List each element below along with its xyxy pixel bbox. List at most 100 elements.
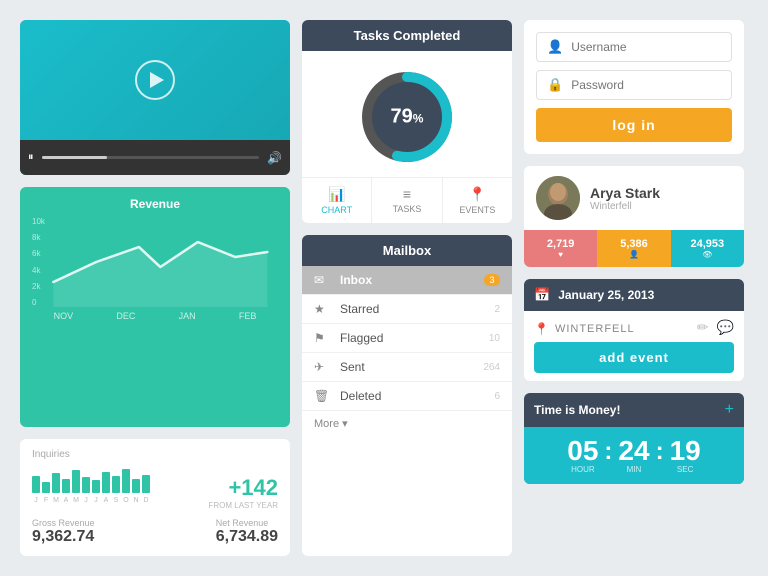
- timer-seconds: 19: [670, 437, 701, 465]
- spark-label: A: [102, 497, 110, 504]
- location-icon: 📍: [534, 322, 549, 336]
- mail-item-sent[interactable]: ✈ Sent 264: [302, 353, 512, 382]
- from-last-year-label: FROM LAST YEAR: [158, 501, 278, 510]
- y-label: 6k: [32, 249, 45, 258]
- revenue-chart: Revenue 10k 8k 6k 4k 2k 0 NOV DEC JAN: [20, 187, 290, 427]
- spark-label: N: [132, 497, 140, 504]
- tab-events[interactable]: 📍 EVENTS: [443, 178, 512, 223]
- timer-hours-block: 05 HOUR: [567, 437, 598, 474]
- tasks-header: Tasks Completed: [302, 20, 512, 51]
- profile-top: Arya Stark Winterfell: [524, 166, 744, 230]
- profile-location: Winterfell: [590, 201, 660, 212]
- spark-label: S: [112, 497, 120, 504]
- views-icon: 👁: [675, 250, 740, 259]
- spark-bar: [62, 479, 70, 493]
- mail-item-starred[interactable]: ★ Starred 2: [302, 295, 512, 324]
- donut-chart: 79%: [357, 67, 457, 167]
- calendar-icon: 📅: [534, 287, 550, 303]
- flagged-count: 10: [489, 333, 500, 344]
- username-input-wrapper[interactable]: 👤: [536, 32, 732, 62]
- tasks-tab-label: TASKS: [376, 204, 437, 214]
- stat-views[interactable]: 24,953 👁: [671, 230, 744, 267]
- revenue-plus: +142: [158, 475, 278, 501]
- avatar: [536, 176, 580, 220]
- likes-icon: ♥: [528, 250, 593, 259]
- chart-tab-label: CHART: [306, 205, 367, 215]
- add-event-button[interactable]: add event: [534, 342, 734, 373]
- chart-tab-icon: 📊: [306, 186, 367, 203]
- gross-label: Gross Revenue: [32, 518, 95, 528]
- calendar-location: 📍 WINTERFELL: [534, 322, 635, 336]
- send-icon: ✈: [314, 360, 332, 374]
- video-player: ⏸ 🔊: [20, 20, 290, 175]
- net-value: 6,734.89: [216, 528, 278, 546]
- starred-count: 2: [494, 304, 500, 315]
- spark-labels: J F M A M J J A S O N D: [32, 497, 150, 504]
- spark-label: M: [72, 497, 80, 504]
- x-label: DEC: [116, 311, 135, 321]
- timer-header: Time is Money! +: [524, 393, 744, 427]
- spark-label: M: [52, 497, 60, 504]
- trash-icon: 🗑: [314, 389, 332, 403]
- more-button[interactable]: More ▾: [302, 411, 512, 436]
- flag-icon: ⚑: [314, 331, 332, 345]
- tab-tasks[interactable]: ≡ TASKS: [372, 178, 442, 223]
- calendar-header: 📅 January 25, 2013: [524, 279, 744, 311]
- sent-count: 264: [483, 362, 500, 373]
- calendar-card: 📅 January 25, 2013 📍 WINTERFELL ✏ 💬 add …: [524, 279, 744, 381]
- password-input-wrapper[interactable]: 🔒: [536, 70, 732, 100]
- spark-bar: [42, 482, 50, 493]
- login-card: 👤 🔒 log in: [524, 20, 744, 154]
- timer-plus-button[interactable]: +: [725, 401, 734, 419]
- stats-row: Inquiries: [20, 439, 290, 556]
- x-axis-labels: NOV DEC JAN FEB: [32, 311, 278, 321]
- mail-item-flagged[interactable]: ⚑ Flagged 10: [302, 324, 512, 353]
- tasks-tab-icon: ≡: [376, 186, 437, 202]
- spark-bar: [122, 469, 130, 493]
- y-label: 4k: [32, 266, 45, 275]
- mail-item-deleted[interactable]: 🗑 Deleted 6: [302, 382, 512, 411]
- mail-item-inbox[interactable]: ✉ Inbox 3: [302, 266, 512, 295]
- stat-followers[interactable]: 5,386 👤: [597, 230, 670, 267]
- spark-label: J: [32, 497, 40, 504]
- calendar-body: 📍 WINTERFELL ✏ 💬 add event: [524, 311, 744, 381]
- username-input[interactable]: [571, 40, 721, 54]
- comment-icon[interactable]: 💬: [717, 319, 734, 336]
- donut-area: 79%: [302, 51, 512, 177]
- password-input[interactable]: [571, 78, 721, 92]
- video-controls: ⏸ 🔊: [20, 140, 290, 175]
- video-screen[interactable]: [20, 20, 290, 140]
- inbox-icon: ✉: [314, 273, 332, 287]
- spark-bar: [52, 473, 60, 493]
- timer-min-label: MIN: [618, 465, 649, 474]
- stat-likes[interactable]: 2,719 ♥: [524, 230, 597, 267]
- login-button[interactable]: log in: [536, 108, 732, 142]
- volume-icon[interactable]: 🔊: [267, 151, 282, 165]
- bar-sparkline: [32, 465, 150, 493]
- timer-colon-2: :: [656, 438, 664, 466]
- profile-card: Arya Stark Winterfell 2,719 ♥ 5,386 👤 24…: [524, 166, 744, 267]
- inbox-badge: 3: [484, 274, 500, 286]
- progress-bar[interactable]: [42, 156, 260, 159]
- pause-icon[interactable]: ⏸: [28, 151, 34, 164]
- edit-icon[interactable]: ✏: [697, 319, 709, 336]
- lock-icon: 🔒: [547, 77, 563, 93]
- play-icon: [150, 72, 164, 88]
- mailbox-card: Mailbox ✉ Inbox 3 ★ Starred 2 ⚑ Flagged …: [302, 235, 512, 556]
- tab-chart[interactable]: 📊 CHART: [302, 178, 372, 223]
- likes-value: 2,719: [528, 238, 593, 250]
- profile-name: Arya Stark: [590, 185, 660, 201]
- inbox-label: Inbox: [340, 273, 484, 287]
- events-tab-label: EVENTS: [447, 205, 508, 215]
- net-revenue-block: Net Revenue 6,734.89: [216, 518, 278, 546]
- gross-value: 9,362.74: [32, 528, 95, 546]
- play-button[interactable]: [135, 60, 175, 100]
- spark-bar: [102, 472, 110, 493]
- y-axis-labels: 10k 8k 6k 4k 2k 0: [32, 217, 45, 307]
- spark-label: O: [122, 497, 130, 504]
- y-label: 2k: [32, 282, 45, 291]
- percent-value: 79: [391, 106, 413, 128]
- spark-bar: [132, 479, 140, 493]
- middle-column: Tasks Completed 79% �: [302, 20, 512, 556]
- spark-bar: [72, 470, 80, 493]
